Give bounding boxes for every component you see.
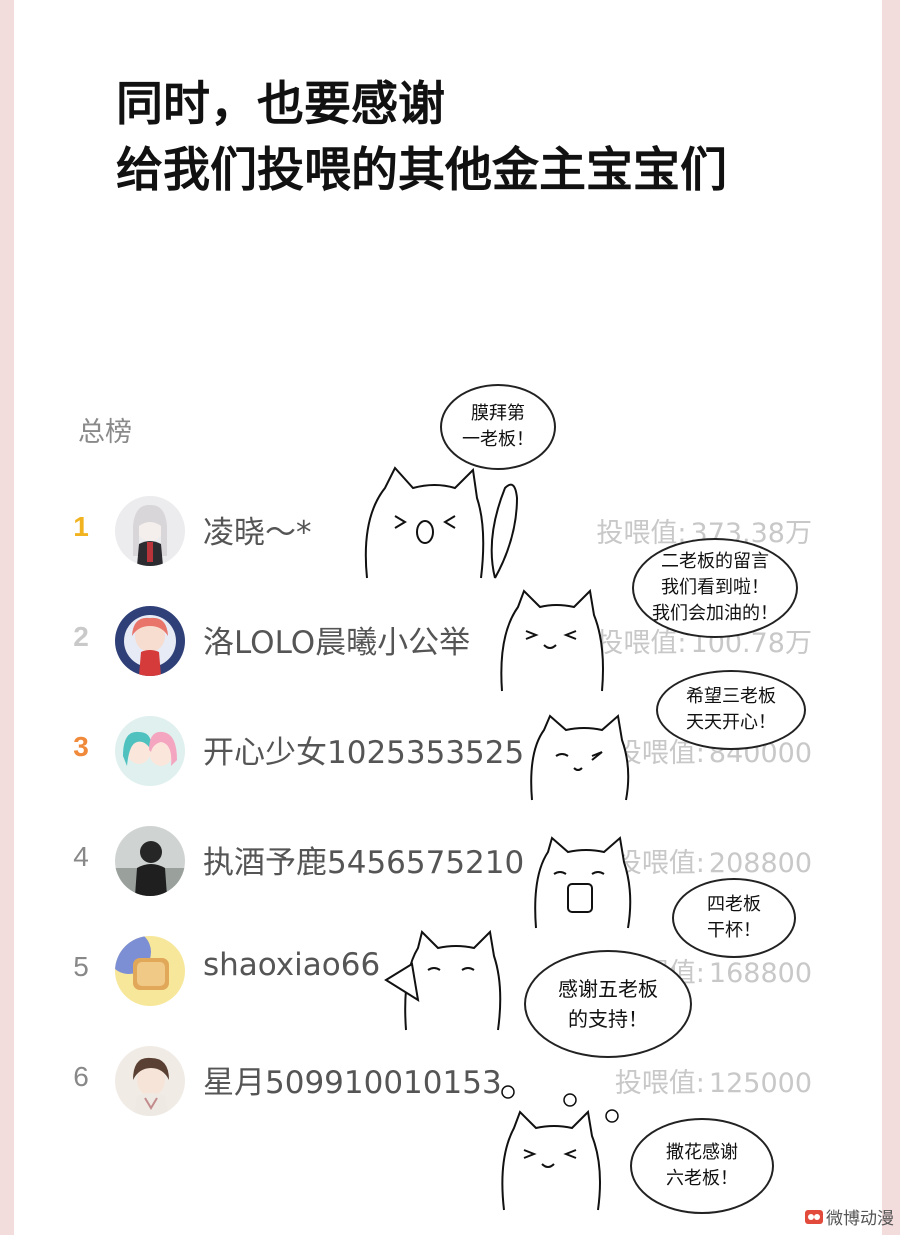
bubble-line: 的支持！ xyxy=(568,1007,648,1031)
avatar[interactable] xyxy=(115,716,185,786)
avatar[interactable] xyxy=(115,1046,185,1116)
leaderboard-title: 总榜 xyxy=(78,417,132,448)
bubble-line: 希望三老板 xyxy=(686,686,776,707)
rank-number: 2 xyxy=(73,621,89,652)
score-label: 投喂值: xyxy=(614,1068,705,1099)
cat-doodle-5 xyxy=(384,929,502,1031)
username: 星月509910010153 xyxy=(203,1065,502,1101)
bubble-line: 膜拜第 xyxy=(471,403,525,424)
username: 开心少女1025353525 xyxy=(203,735,525,771)
bubble-line: 感谢五老板 xyxy=(558,977,658,1001)
speech-bubble-5: 感谢五老板 的支持！ xyxy=(524,950,692,1058)
speech-bubble-2: 二老板的留言 我们看到啦！ 我们会加油的！ xyxy=(632,538,798,638)
speech-bubble-3: 希望三老板 天天开心！ xyxy=(656,670,806,750)
cat-doodle-6 xyxy=(501,1085,619,1211)
avatar[interactable] xyxy=(115,496,185,566)
speech-bubble-1: 膜拜第 一老板！ xyxy=(440,384,556,470)
rank-number: 1 xyxy=(73,511,89,542)
headline: 同时，也要感谢 给我们投喂的其他金主宝宝们 xyxy=(116,72,727,204)
avatar[interactable] xyxy=(115,826,185,896)
bubble-line: 我们会加油的！ xyxy=(652,603,778,624)
cat-doodle-4 xyxy=(534,836,632,929)
watermark-text: 微博动漫 xyxy=(826,1209,894,1229)
username: 洛LOLO晨曦小公举 xyxy=(203,625,471,661)
bubble-line: 一老板！ xyxy=(462,429,534,450)
cat-doodle-3 xyxy=(530,714,630,801)
bubble-line: 干杯！ xyxy=(707,920,761,941)
headline-line-1: 同时，也要感谢 xyxy=(116,77,445,132)
bubble-line: 六老板！ xyxy=(666,1168,738,1189)
avatar[interactable] xyxy=(115,606,185,676)
username: shaoxiao66 xyxy=(203,947,381,983)
username: 凌晓～* xyxy=(203,515,312,551)
username: 执酒予鹿5456575210 xyxy=(203,845,525,881)
speech-bubble-6: 撒花感谢 六老板！ xyxy=(630,1118,774,1214)
rank-number: 4 xyxy=(73,841,89,872)
bubble-line: 天天开心！ xyxy=(686,712,776,733)
cat-doodle-2 xyxy=(500,588,604,692)
rank-number: 3 xyxy=(73,731,89,762)
watermark: 微博动漫 xyxy=(805,1204,894,1229)
score-value: 168800 xyxy=(708,958,812,989)
speech-bubble-4: 四老板 干杯！ xyxy=(672,878,796,958)
score-value: 125000 xyxy=(708,1068,812,1099)
cat-doodle-1 xyxy=(364,466,519,579)
bubble-line: 四老板 xyxy=(707,894,761,915)
weibo-comic-logo-icon xyxy=(805,1209,823,1224)
score: 投喂值: 125000 xyxy=(611,1061,812,1100)
leaderboard-row-6[interactable]: 6 星月509910010153 投喂值: 125000 xyxy=(0,1037,900,1127)
bubble-line: 撒花感谢 xyxy=(666,1142,738,1163)
rank-number: 5 xyxy=(73,951,89,982)
bubble-line: 我们看到啦！ xyxy=(661,577,769,598)
headline-line-2: 给我们投喂的其他金主宝宝们 xyxy=(116,143,727,198)
rank-number: 6 xyxy=(73,1061,89,1092)
avatar[interactable] xyxy=(115,936,185,1006)
bubble-line: 二老板的留言 xyxy=(661,551,769,572)
score-value: 208800 xyxy=(708,848,812,879)
